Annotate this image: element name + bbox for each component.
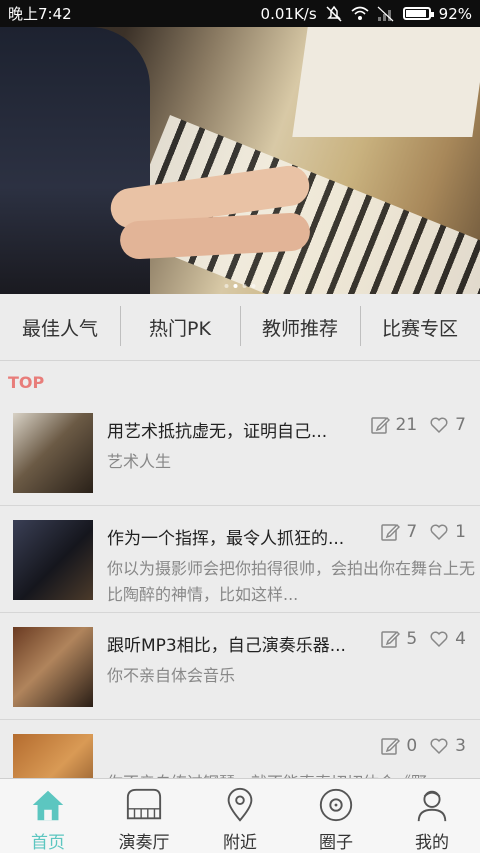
post-thumbnail [13,627,93,707]
like-count[interactable]: 3 [429,736,466,756]
battery-fill [405,10,426,17]
like-count[interactable]: 7 [429,415,466,435]
section-label-top: TOP [8,373,45,392]
carousel-dot[interactable] [224,284,229,288]
tab-hot-pk[interactable]: 热门PK [120,305,240,346]
like-count[interactable]: 4 [429,629,466,649]
location-icon [227,787,253,822]
tab-popular[interactable]: 最佳人气 [0,314,120,341]
nav-label: 附近 [223,833,257,853]
list-item[interactable]: 用艺术抵抗虚无，证明自己... 艺术人生 21 7 [0,399,480,506]
post-thumbnail [13,520,93,600]
edit-icon [381,630,401,648]
heart-icon [430,738,448,755]
comment-count-value: 0 [406,736,418,756]
heart-icon [430,631,448,648]
tab-competition[interactable]: 比赛专区 [360,305,480,346]
nav-circle[interactable]: 圈子 [288,779,384,853]
comment-count[interactable]: 5 [380,629,417,649]
post-list: 用艺术抵抗虚无，证明自己... 艺术人生 21 7 作为一个指挥，最令人抓狂的.… [0,399,480,827]
nav-label: 我的 [415,833,449,853]
like-count-value: 3 [455,736,466,756]
status-bar: 晚上7:42 0.01K/s 92% [0,0,480,27]
carousel-dot[interactable] [242,284,247,288]
comment-count-value: 21 [395,415,418,435]
edit-icon [370,416,390,434]
banner-sheet-music [292,27,480,137]
post-thumbnail [13,413,93,493]
nav-nearby[interactable]: 附近 [192,779,288,853]
wifi-icon [351,6,369,20]
comment-count-value: 5 [406,629,418,649]
post-stats: 5 4 [368,629,466,649]
post-title: 跟听MP3相比，自己演奏乐器... [107,636,346,656]
nav-label: 圈子 [319,833,353,853]
like-count-value: 4 [455,629,466,649]
edit-icon [381,523,401,541]
nav-home[interactable]: 首页 [0,779,96,853]
bottom-nav: 首页 演奏厅 附近 圈子 我的 [0,778,480,853]
heart-icon [430,417,448,434]
battery-icon [402,7,434,20]
like-count-value: 1 [455,522,466,542]
post-description: 你以为摄影师会把你拍得很帅，会拍出你在舞台上无比陶醉的神情，比如这样... [107,559,476,604]
network-speed: 0.01K/s [260,4,317,23]
post-stats: 21 7 [358,415,466,435]
like-count[interactable]: 1 [429,522,466,542]
signal-icon [377,6,394,21]
post-title: 作为一个指挥，最令人抓狂的... [107,529,345,549]
post-title: 用艺术抵抗虚无，证明自己... [107,422,328,442]
post-description: 你不亲自体会音乐 [107,666,236,685]
carousel-dots [224,284,256,288]
status-time: 晚上7:42 [8,5,72,23]
disc-icon [319,788,353,822]
heart-icon [430,524,448,541]
comment-count[interactable]: 21 [370,415,418,435]
edit-icon [381,737,401,755]
list-item[interactable]: 作为一个指挥，最令人抓狂的... 你以为摄影师会把你拍得很帅，会拍出你在舞台上无… [0,506,480,613]
nav-label: 演奏厅 [118,833,170,853]
comment-count-value: 7 [406,522,418,542]
post-stats: 0 3 [368,736,466,756]
person-icon [417,790,447,822]
carousel-dot[interactable] [251,284,256,288]
comment-count[interactable]: 0 [380,736,417,756]
comment-count[interactable]: 7 [380,522,417,542]
status-indicators: 0.01K/s 92% [261,5,472,23]
list-item[interactable]: 跟听MP3相比，自己演奏乐器... 你不亲自体会音乐 5 4 [0,613,480,720]
nav-concert-hall[interactable]: 演奏厅 [96,779,192,853]
category-tabs: 最佳人气 热门PK 教师推荐 比赛专区 [0,294,480,361]
nav-label: 首页 [31,833,65,853]
tab-teacher-recommend[interactable]: 教师推荐 [240,305,360,346]
banner-carousel[interactable] [0,27,480,294]
like-count-value: 7 [455,415,466,435]
battery-percent: 92% [438,4,472,23]
post-description: 艺术人生 [107,452,172,471]
nav-mine[interactable]: 我的 [384,779,480,853]
home-icon [32,790,64,821]
post-stats: 7 1 [368,522,466,542]
piano-icon [126,788,162,820]
mute-alarm-icon [326,5,342,22]
carousel-dot[interactable] [233,284,238,288]
